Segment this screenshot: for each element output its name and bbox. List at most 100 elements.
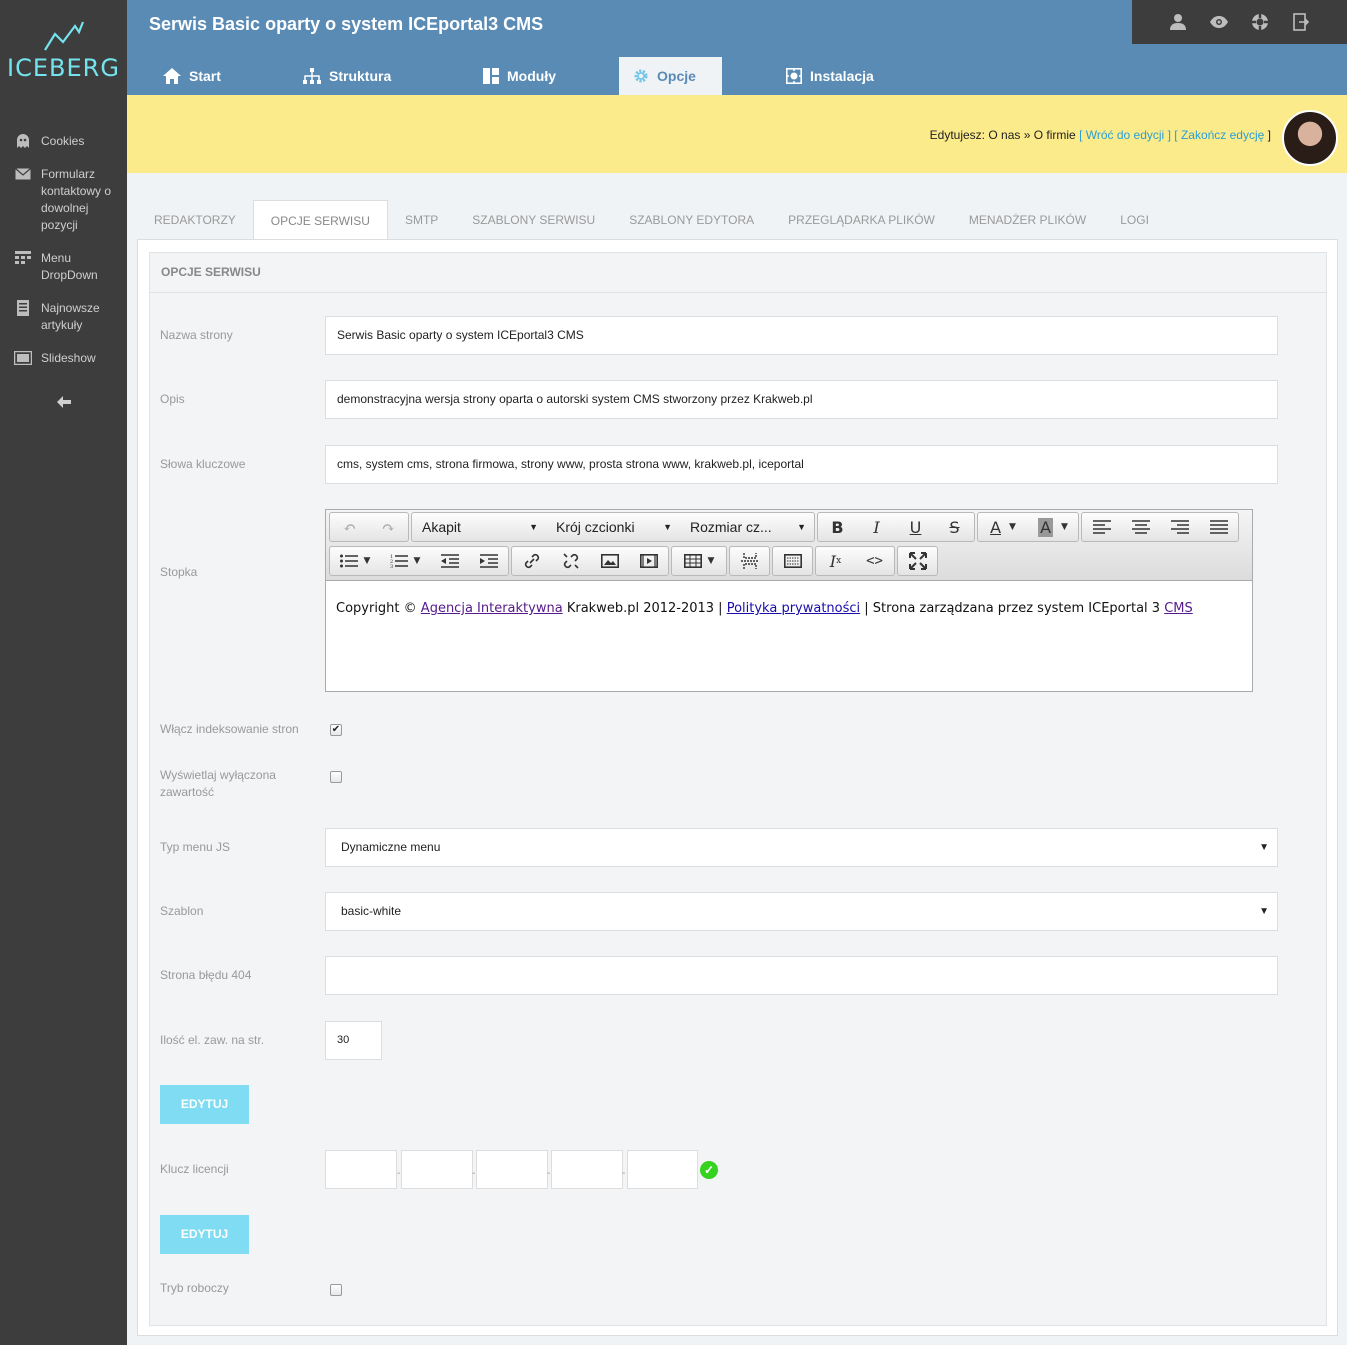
size-dropdown[interactable]: Rozmiar cz... ▼ [680,513,814,541]
edit-notice: Edytujesz: O nas » O firmie [ Wróć do ed… [929,128,1271,142]
slideshow-icon [14,350,32,366]
tab-szablony-edytora[interactable]: SZABLONY EDYTORA [612,200,771,240]
arrow-left-icon[interactable] [0,395,127,413]
sitemap-icon [303,68,321,84]
template-select[interactable]: basic-white ▼ [325,892,1278,931]
undo-icon[interactable]: ↶ [330,513,369,541]
visual-blocks-icon[interactable] [773,547,812,575]
footer-editor: ↶ ↷ Akapit ▼ Krój czcionki ▼ Rozmiar cz...… [325,509,1253,692]
draft-mode-checkbox[interactable] [330,1284,342,1296]
text-color-icon[interactable]: A ▼ [978,513,1028,541]
show-disabled-label: Wyświetlaj wyłączona zawartość [160,768,276,799]
indexing-label: Włącz indeksowanie stron [160,722,299,736]
indent-icon[interactable] [469,547,508,575]
description-input[interactable]: demonstracyjna wersja strony oparta o au… [325,380,1278,419]
source-code-icon[interactable]: <> [855,547,894,575]
menu-type-select[interactable]: Dynamiczne menu ▼ [325,828,1278,867]
logo-text: ICEBERG [7,54,120,82]
tab-start[interactable]: Start [149,57,289,95]
license-separator: - [472,1168,476,1179]
underline-icon[interactable]: U [896,513,935,541]
format-dropdown[interactable]: Akapit ▼ [412,513,546,541]
bold-icon[interactable]: B [818,513,857,541]
font-dropdown[interactable]: Krój czcionki ▼ [546,513,680,541]
outdent-icon[interactable] [430,547,469,575]
edit-button[interactable]: EDYTUJ [160,1085,249,1124]
license-field-1[interactable] [325,1150,397,1189]
background-color-icon[interactable]: A ▼ [1028,513,1078,541]
error404-input[interactable] [325,956,1278,995]
tab-menadzer-plikow[interactable]: MENADŻER PLIKÓW [952,200,1103,240]
edit-license-button[interactable]: EDYTUJ [160,1215,249,1254]
sidebar-item-menu-dropdown[interactable]: Menu DropDown [0,250,127,284]
logo[interactable]: ICEBERG [0,0,127,95]
tab-instalacja[interactable]: Instalacja [722,57,882,95]
clear-format-icon[interactable]: Ix [816,547,855,575]
user-icon[interactable] [1167,11,1189,33]
tab-moduly[interactable]: Moduły [469,57,619,95]
sidebar-item-slideshow[interactable]: Slideshow [0,350,127,367]
sidebar-item-cookies[interactable]: Cookies [0,133,127,150]
redo-icon[interactable]: ↷ [369,513,408,541]
fullscreen-icon[interactable] [898,547,937,575]
keywords-label: Słowa kluczowe [160,457,246,471]
license-field-5[interactable] [627,1150,698,1189]
sidebar: ICEBERG Cookies Formularz kontaktowy o d… [0,0,127,1345]
privacy-link[interactable]: Polityka prywatności [727,601,860,616]
editor-content[interactable]: Copyright © Agencja Interaktywna Krakweb… [326,581,1252,636]
tab-logi[interactable]: LOGI [1103,200,1166,240]
tab-przegladarka-plikow[interactable]: PRZEGLĄDARKA PLIKÓW [771,200,952,240]
license-field-4[interactable] [551,1150,623,1189]
link-icon[interactable] [512,547,551,575]
top-toolbar [1132,0,1347,44]
license-separator: - [397,1168,401,1179]
tab-opcje[interactable]: Opcje [619,57,722,95]
license-field-3[interactable] [476,1150,548,1189]
lifebuoy-icon[interactable] [1249,11,1271,33]
image-icon[interactable] [590,547,629,575]
align-center-icon[interactable] [1121,513,1160,541]
tab-szablony-serwisu[interactable]: SZABLONY SERWISU [455,200,612,240]
keywords-input[interactable]: cms, system cms, strona firmowa, strony … [325,445,1278,484]
license-separator: - [622,1168,626,1179]
tab-struktura[interactable]: Struktura [289,57,469,95]
finish-edit-link[interactable]: Zakończ edycję [1181,128,1264,142]
strikethrough-icon[interactable]: S [935,513,974,541]
agency-link[interactable]: Agencja Interaktywna [421,601,563,616]
table-icon[interactable]: ▼ [672,547,726,575]
tab-redaktorzy[interactable]: REDAKTORZY [137,200,253,240]
license-field-2[interactable] [401,1150,473,1189]
items-per-page-input[interactable]: 30 [325,1021,382,1060]
site-name-input[interactable]: Serwis Basic oparty o system ICEportal3 … [325,316,1278,355]
sidebar-item-label: Cookies [41,134,85,148]
logout-icon[interactable] [1290,11,1312,33]
numbered-list-icon[interactable]: 1 2 3 ▼ [380,547,430,575]
align-right-icon[interactable] [1160,513,1199,541]
error404-label: Strona błędu 404 [160,968,252,982]
avatar[interactable] [1282,110,1338,166]
media-icon[interactable] [629,547,668,575]
bullet-list-icon[interactable]: ▼ [330,547,380,575]
template-label: Szablon [160,904,204,918]
tab-opcje-serwisu[interactable]: OPCJE SERWISU [252,200,388,240]
page-title: Serwis Basic oparty o system ICEportal3 … [149,14,544,34]
back-to-edit-link[interactable]: Wróć do edycji [1086,128,1164,142]
header: Serwis Basic oparty o system ICEportal3 … [127,0,1347,95]
svg-text:3: 3 [390,564,393,568]
sidebar-item-contact-form[interactable]: Formularz kontaktowy o dowolnej pozycji [0,166,127,234]
license-separator: - [547,1168,551,1179]
license-label: Klucz licencji [160,1162,229,1176]
italic-icon[interactable]: I [857,513,896,541]
show-disabled-checkbox[interactable] [330,771,342,783]
unlink-icon[interactable] [551,547,590,575]
tab-smtp[interactable]: SMTP [388,200,455,240]
gear-icon [633,68,649,84]
page-break-icon[interactable] [730,547,769,575]
sidebar-item-latest-articles[interactable]: Najnowsze artykuły [0,300,127,334]
indexing-checkbox[interactable]: ✔ [330,724,342,736]
align-left-icon[interactable] [1082,513,1121,541]
menu-type-label: Typ menu JS [160,840,231,854]
align-justify-icon[interactable] [1199,513,1238,541]
cms-link[interactable]: CMS [1164,601,1193,616]
eye-icon[interactable] [1208,11,1230,33]
